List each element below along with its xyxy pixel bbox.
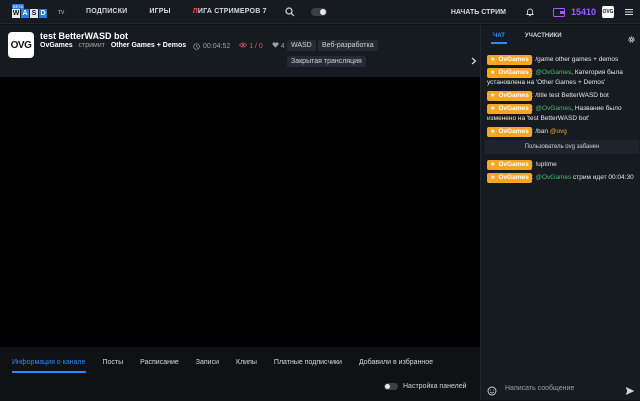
likes-count[interactable]: 4	[272, 42, 285, 50]
logo-letter-s: S	[30, 8, 38, 18]
game-link[interactable]: Other Games + Demos	[111, 42, 186, 49]
eye-icon	[239, 42, 248, 48]
logo-letter-a: A	[21, 8, 29, 18]
tab-participants[interactable]: УЧАСТНИКИ	[525, 25, 562, 47]
user-badge[interactable]: ★ OvGames	[487, 104, 532, 114]
chat-messages: ★ OvGames: /game other games + demos ★ OvG…	[485, 55, 639, 186]
star-icon: ★	[490, 70, 496, 76]
star-icon: ★	[490, 57, 496, 63]
star-icon: ★	[490, 162, 496, 168]
user-badge[interactable]: ★ OvGames	[487, 55, 532, 65]
star-icon: ★	[490, 106, 496, 112]
tab-recordings[interactable]: Записи	[196, 347, 219, 377]
channel-tabs: Информация о канале Посты Расписание Зап…	[0, 347, 480, 377]
viewers-count: 1 / 0	[239, 42, 263, 50]
user-badge[interactable]: ★ OvGames	[487, 173, 532, 183]
league-label: ИГА СТРИМЕРОВ 7	[197, 8, 267, 15]
user-badge[interactable]: ★ OvGames	[487, 160, 532, 170]
stream-stats: 00:04:52 1 / 0 4	[193, 42, 285, 50]
chat-message-input[interactable]: Написать сообщение	[505, 385, 574, 392]
star-icon: ★	[490, 175, 496, 181]
tab-channel-info[interactable]: Информация о канале	[12, 347, 86, 377]
site-logo[interactable]: BETA W A S D TV	[12, 3, 65, 19]
search-icon[interactable]	[285, 6, 295, 17]
nav-streamers-league[interactable]: ЛИГА СТРИМЕРОВ 7	[193, 8, 267, 15]
tab-favorites[interactable]: Добавили в избранное	[359, 347, 433, 377]
mention[interactable]: @OvGames	[535, 105, 571, 112]
likes-value: 4	[280, 43, 285, 50]
tag-web-dev[interactable]: Веб-разработка	[318, 40, 378, 51]
clock-icon	[193, 42, 200, 50]
tag-wasd[interactable]: WASD	[287, 40, 316, 51]
tab-clips[interactable]: Клипы	[236, 347, 257, 377]
chat-message: ★ OvGames: @OvGames, Категория была устан…	[487, 68, 623, 86]
panel-settings-toggle[interactable]	[384, 383, 398, 390]
chat-message: ★ OvGames: @OvGames, Название было измене…	[487, 104, 622, 122]
mention[interactable]: @ovg	[550, 128, 567, 135]
tab-schedule[interactable]: Расписание	[140, 347, 179, 377]
gear-icon[interactable]	[627, 31, 636, 43]
streams-word: стримит	[78, 42, 105, 49]
user-avatar[interactable]: OVG	[602, 6, 614, 18]
tab-posts[interactable]: Посты	[103, 347, 124, 377]
chat-panel: ЧАТ УЧАСТНИКИ ★ OvGames: /game other game…	[480, 25, 640, 400]
video-player[interactable]	[0, 77, 480, 347]
tab-paid-subscribers[interactable]: Платные подписчики	[274, 347, 342, 377]
mention[interactable]: @OvGames	[535, 174, 571, 181]
stream-info-panel: OVG test BetterWASD bot OvGames стримит …	[0, 25, 480, 77]
start-stream-button[interactable]: НАЧАТЬ СТРИМ	[451, 9, 506, 16]
user-badge[interactable]: ★ OvGames	[487, 68, 532, 78]
logo-letter-d: D	[39, 8, 47, 18]
stream-subtitle: OvGames стримит Other Games + Demos	[40, 42, 186, 49]
bell-icon[interactable]	[525, 7, 535, 17]
chat-message: ★ OvGames: /game other games + demos	[487, 55, 637, 65]
panel-settings-label: Настройка панелей	[403, 383, 467, 390]
nav-subscriptions[interactable]: ПОДПИСКИ	[86, 8, 127, 15]
heart-icon	[272, 42, 279, 48]
chat-message: ★ OvGames: @OvGames стрим идет 00:04:30	[487, 173, 637, 183]
send-icon[interactable]	[625, 383, 635, 395]
chat-message: ★ OvGames: /title test BetterWASD bot	[487, 91, 637, 101]
channel-avatar[interactable]: OVG	[8, 32, 34, 58]
stream-title: test BetterWASD bot	[40, 31, 129, 41]
star-icon: ★	[490, 129, 496, 135]
chat-tabs: ЧАТ УЧАСТНИКИ	[481, 25, 640, 47]
chat-message: ★ OvGames: !uptime	[487, 160, 637, 170]
logo-letter-w: W	[12, 8, 20, 18]
channel-name[interactable]: OvGames	[40, 42, 73, 49]
system-message: Пользователь ovg забанен	[485, 140, 639, 154]
user-badge[interactable]: ★ OvGames	[487, 127, 532, 137]
user-badge[interactable]: ★ OvGames	[487, 91, 532, 101]
chevron-right-icon[interactable]	[471, 52, 477, 65]
tag-private-stream[interactable]: Закрытая трансляция	[287, 56, 366, 67]
chat-input-bar: Написать сообщение	[481, 376, 640, 400]
nav-games[interactable]: ИГРЫ	[149, 8, 170, 15]
logo-tv: TV	[58, 9, 65, 16]
tab-chat[interactable]: ЧАТ	[491, 25, 507, 47]
theme-toggle[interactable]	[310, 7, 327, 16]
menu-icon[interactable]	[624, 7, 634, 17]
mention[interactable]: @OvGames	[535, 69, 571, 76]
viewers-value: 1 / 0	[249, 43, 263, 50]
top-bar: BETA W A S D TV ПОДПИСКИ ИГРЫ ЛИГА СТРИМ…	[0, 0, 640, 24]
star-icon: ★	[490, 93, 496, 99]
panel-settings[interactable]: Настройка панелей	[384, 383, 467, 390]
coin-balance[interactable]: 15410	[571, 7, 596, 17]
wallet-icon[interactable]	[552, 7, 565, 17]
uptime: 00:04:52	[203, 42, 231, 50]
emoji-icon[interactable]	[487, 383, 497, 396]
chat-message: ★ OvGames: /ban @ovg	[487, 127, 637, 137]
